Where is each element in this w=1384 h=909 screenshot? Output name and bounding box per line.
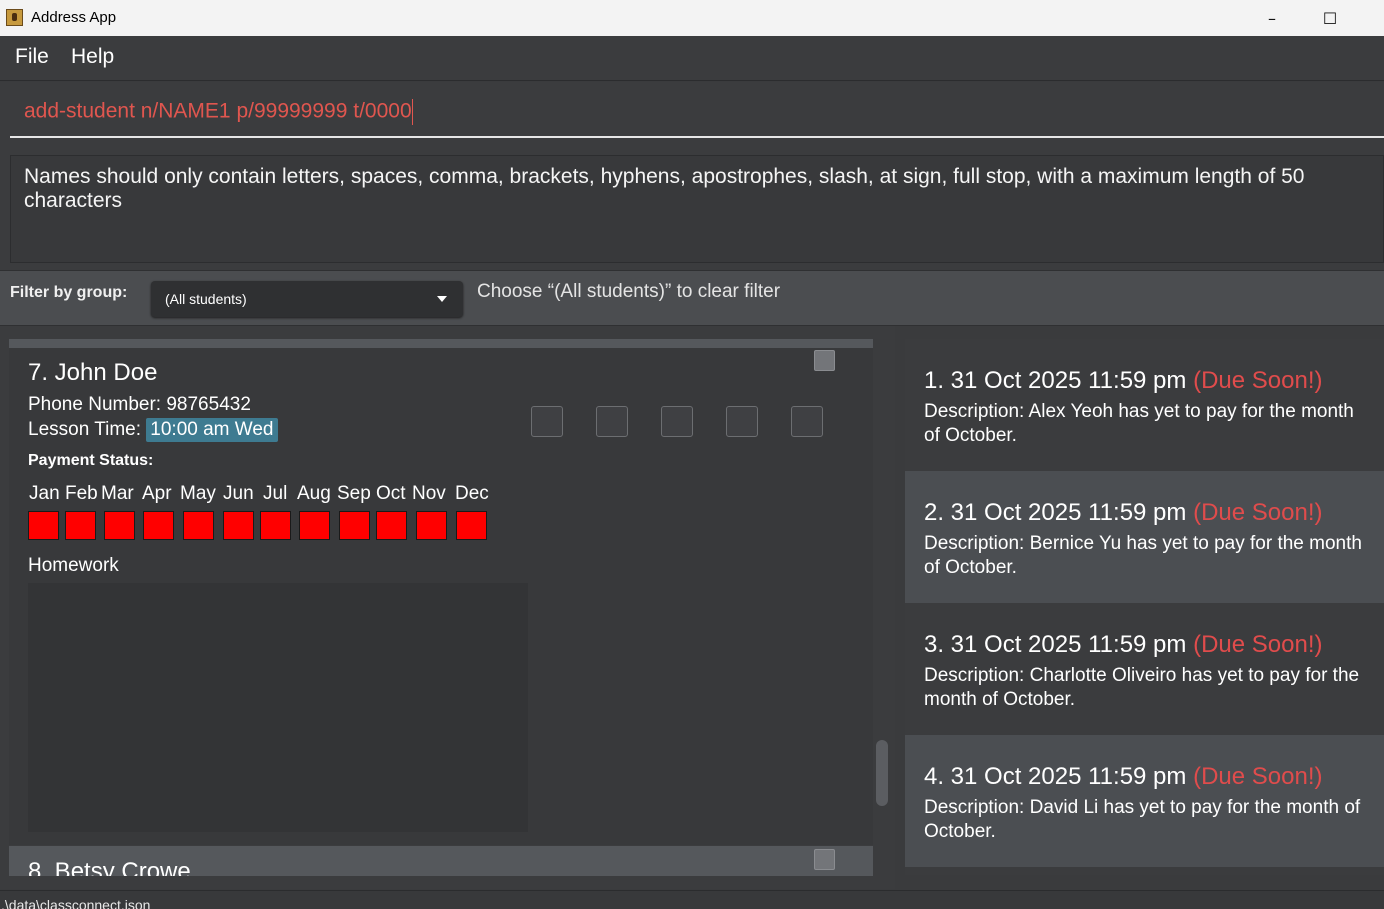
select-checkbox[interactable] — [814, 350, 835, 371]
payment-box-sep[interactable] — [339, 511, 370, 540]
payment-box-oct[interactable] — [376, 511, 407, 540]
payment-box-jul[interactable] — [260, 511, 291, 540]
menu-help[interactable]: Help — [71, 45, 114, 69]
filter-bar: Filter by group: (All students) Choose “… — [0, 270, 1384, 326]
select-checkbox[interactable] — [814, 849, 835, 870]
reminder-date: 1. 31 Oct 2025 11:59 pm — [924, 367, 1187, 394]
filter-label: Filter by group: — [10, 284, 128, 301]
month-label: Sep — [337, 483, 371, 504]
maximize-button[interactable]: ☐ — [1301, 0, 1359, 36]
command-text: add-student n/NAME1 p/99999999 t/0000 — [24, 99, 412, 123]
result-message: Names should only contain letters, space… — [10, 155, 1384, 263]
lesson-time-label: Lesson Time: — [28, 419, 141, 440]
reminder-item: 2. 31 Oct 2025 11:59 pm (Due Soon!) Desc… — [905, 471, 1384, 603]
month-label: Aug — [297, 483, 331, 504]
month-label: Nov — [412, 483, 446, 504]
reminder-title: 4. 31 Oct 2025 11:59 pm (Due Soon!) — [924, 763, 1384, 791]
reminder-item: 4. 31 Oct 2025 11:59 pm (Due Soon!) Desc… — [905, 735, 1384, 867]
group-filter-select[interactable]: (All students) — [151, 281, 463, 317]
student-list[interactable]: 7. John Doe Phone Number: 98765432 Lesso… — [0, 326, 895, 889]
lesson-time-tag: 10:00 am Wed — [146, 418, 278, 442]
reminder-date: 3. 31 Oct 2025 11:59 pm — [924, 631, 1187, 658]
due-soon-label: (Due Soon!) — [1193, 367, 1323, 394]
payment-box-dec[interactable] — [456, 511, 487, 540]
menu-bar: File Help — [0, 36, 1384, 81]
payment-box-jun[interactable] — [223, 511, 254, 540]
week-checkbox[interactable] — [596, 406, 628, 437]
minimize-button[interactable]: – — [1243, 0, 1301, 36]
due-soon-label: (Due Soon!) — [1193, 499, 1323, 526]
student-name: 7. John Doe — [28, 359, 158, 386]
command-area: add-student n/NAME1 p/99999999 t/0000 — [0, 82, 1384, 146]
month-label: Jul — [263, 483, 288, 504]
reminder-date: 4. 31 Oct 2025 11:59 pm — [924, 763, 1187, 790]
reminder-title: 3. 31 Oct 2025 11:59 pm (Due Soon!) — [924, 631, 1384, 659]
month-label: Feb — [65, 483, 98, 504]
student-name: 8. Betsy Crowe — [28, 858, 191, 876]
due-soon-label: (Due Soon!) — [1193, 631, 1323, 658]
reminder-description: Description: Alex Yeoh has yet to pay fo… — [924, 401, 1354, 446]
payment-box-apr[interactable] — [143, 511, 174, 540]
reminder-description: Description: Charlotte Oliveiro has yet … — [924, 665, 1360, 710]
reminder-description: Description: David Li has yet to pay for… — [924, 797, 1361, 842]
list-scrollbar[interactable] — [876, 740, 888, 806]
address-book-icon — [6, 9, 23, 26]
reminder-item: 1. 31 Oct 2025 11:59 pm (Due Soon!) Desc… — [905, 339, 1384, 471]
payment-box-nov[interactable] — [416, 511, 447, 540]
payment-box-jan[interactable] — [28, 511, 59, 540]
reminder-date: 2. 31 Oct 2025 11:59 pm — [924, 499, 1187, 526]
week-checkbox[interactable] — [791, 406, 823, 437]
chevron-down-icon — [437, 296, 447, 302]
student-card[interactable]: 7. John Doe Phone Number: 98765432 Lesso… — [9, 339, 873, 845]
week-checkbox[interactable] — [726, 406, 758, 437]
month-label: Mar — [101, 483, 134, 504]
month-label: Jan — [29, 483, 60, 504]
payment-box-mar[interactable] — [104, 511, 135, 540]
due-soon-label: (Due Soon!) — [1193, 763, 1323, 790]
title-bar: Address App – ☐ — [0, 0, 1384, 36]
text-cursor — [411, 99, 413, 125]
month-label: Jun — [223, 483, 254, 504]
student-card[interactable]: 8. Betsy Crowe — [9, 846, 873, 876]
month-label: May — [180, 483, 216, 504]
week-checkbox[interactable] — [531, 406, 563, 437]
reminder-item: 3. 31 Oct 2025 11:59 pm (Due Soon!) Desc… — [905, 603, 1384, 735]
window-title: Address App — [31, 9, 117, 26]
month-label: Apr — [142, 483, 172, 504]
menu-file[interactable]: File — [15, 45, 49, 69]
month-label: Oct — [376, 483, 406, 504]
month-label: Dec — [455, 483, 489, 504]
reminder-list: 1. 31 Oct 2025 11:59 pm (Due Soon!) Desc… — [905, 339, 1384, 875]
payment-box-aug[interactable] — [299, 511, 330, 540]
filter-hint: Choose “(All students)” to clear filter — [477, 281, 781, 302]
card-header-strip — [9, 339, 873, 348]
student-phone: Phone Number: 98765432 — [28, 394, 251, 415]
reminder-title: 1. 31 Oct 2025 11:59 pm (Due Soon!) — [924, 367, 1384, 395]
payment-box-may[interactable] — [183, 511, 214, 540]
status-bar: .\data\classconnect.json — [0, 890, 1384, 909]
homework-label: Homework — [28, 555, 119, 576]
result-panel: Names should only contain letters, space… — [0, 146, 1384, 270]
homework-area[interactable] — [28, 583, 528, 832]
reminder-description: Description: Bernice Yu has yet to pay f… — [924, 533, 1362, 578]
command-input[interactable]: add-student n/NAME1 p/99999999 t/0000 — [10, 90, 1384, 138]
week-checkbox[interactable] — [661, 406, 693, 437]
group-filter-value: (All students) — [165, 291, 247, 307]
reminder-title: 2. 31 Oct 2025 11:59 pm (Due Soon!) — [924, 499, 1384, 527]
payment-status-label: Payment Status: — [28, 452, 154, 469]
lesson-time: Lesson Time: 10:00 am Wed — [28, 418, 278, 442]
payment-box-feb[interactable] — [65, 511, 96, 540]
